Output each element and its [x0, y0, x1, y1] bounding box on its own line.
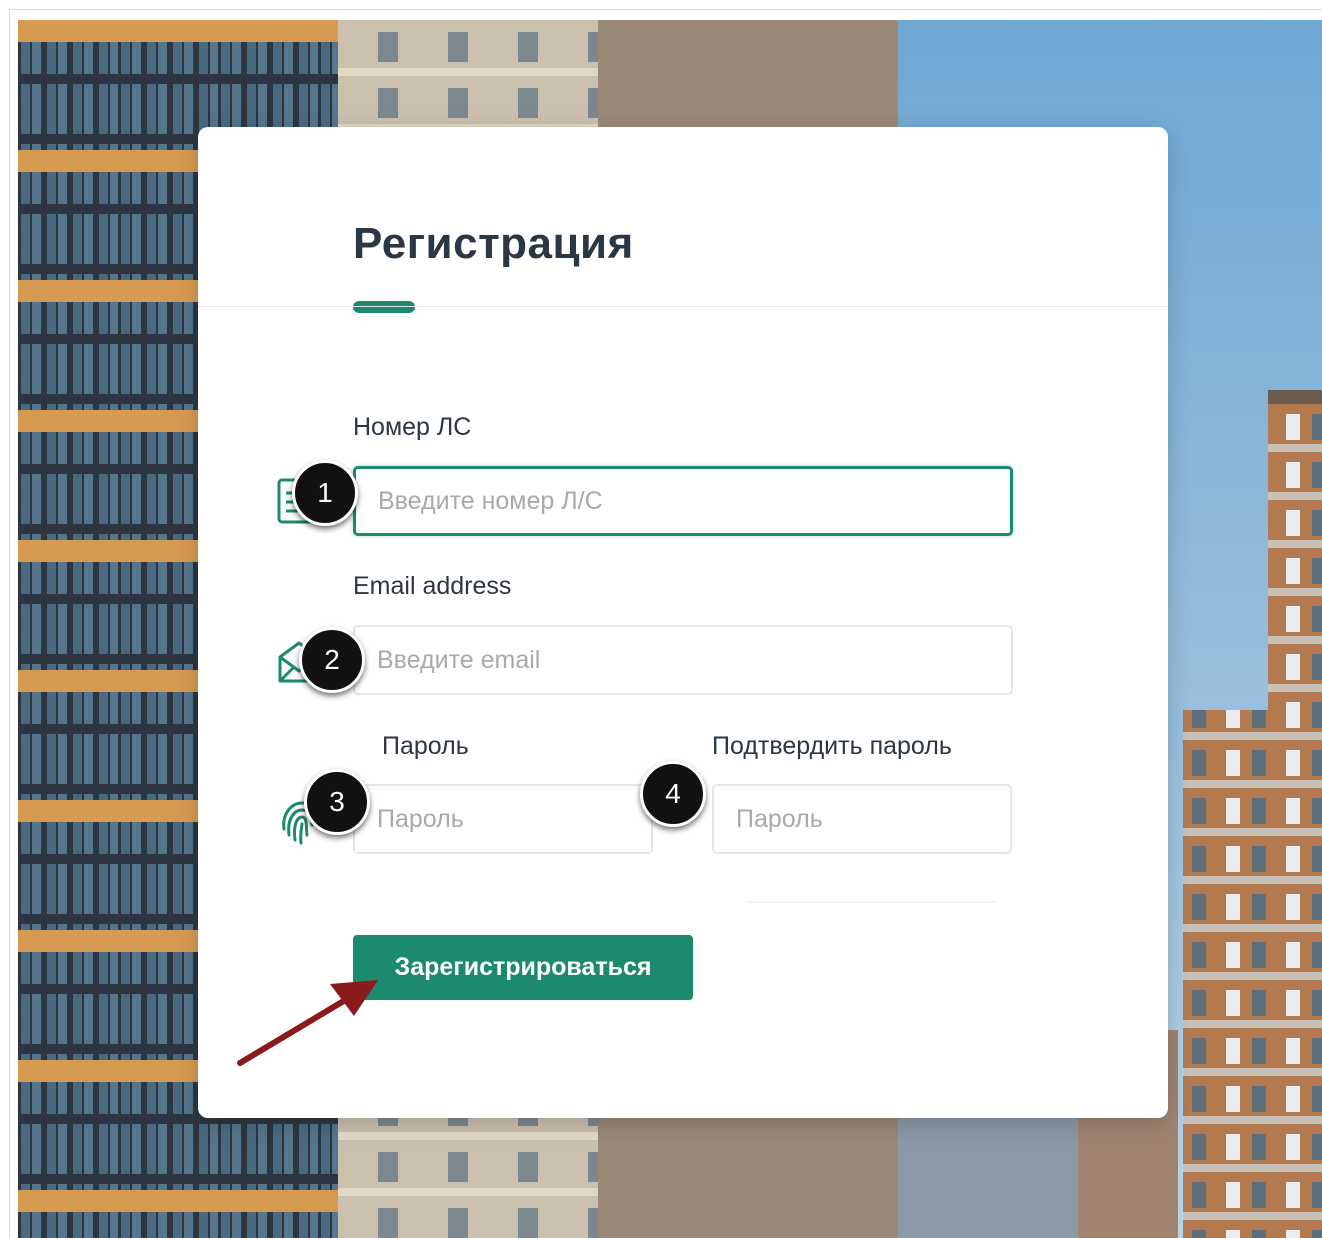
register-button[interactable]: Зарегистрироваться: [353, 935, 693, 1000]
header-divider: [198, 306, 1168, 307]
callout-badge-1: 1: [292, 460, 358, 526]
page-title: Регистрация: [353, 219, 634, 268]
confirm-password-label: Подтвердить пароль: [712, 732, 952, 760]
account-number-input[interactable]: [353, 466, 1013, 536]
form-separator: [746, 901, 996, 903]
email-input[interactable]: [353, 625, 1013, 695]
password-input[interactable]: [353, 784, 653, 854]
account-number-label: Номер ЛС: [353, 413, 472, 441]
callout-badge-3: 3: [304, 769, 370, 835]
confirm-password-input[interactable]: [712, 784, 1012, 854]
email-label: Email address: [353, 572, 512, 600]
callout-badge-4: 4: [640, 761, 706, 827]
callout-badge-2: 2: [299, 627, 365, 693]
title-underline: [353, 301, 415, 313]
registration-card: Регистрация Номер ЛС Email address Парол…: [198, 127, 1168, 1118]
password-label: Пароль: [382, 732, 469, 760]
